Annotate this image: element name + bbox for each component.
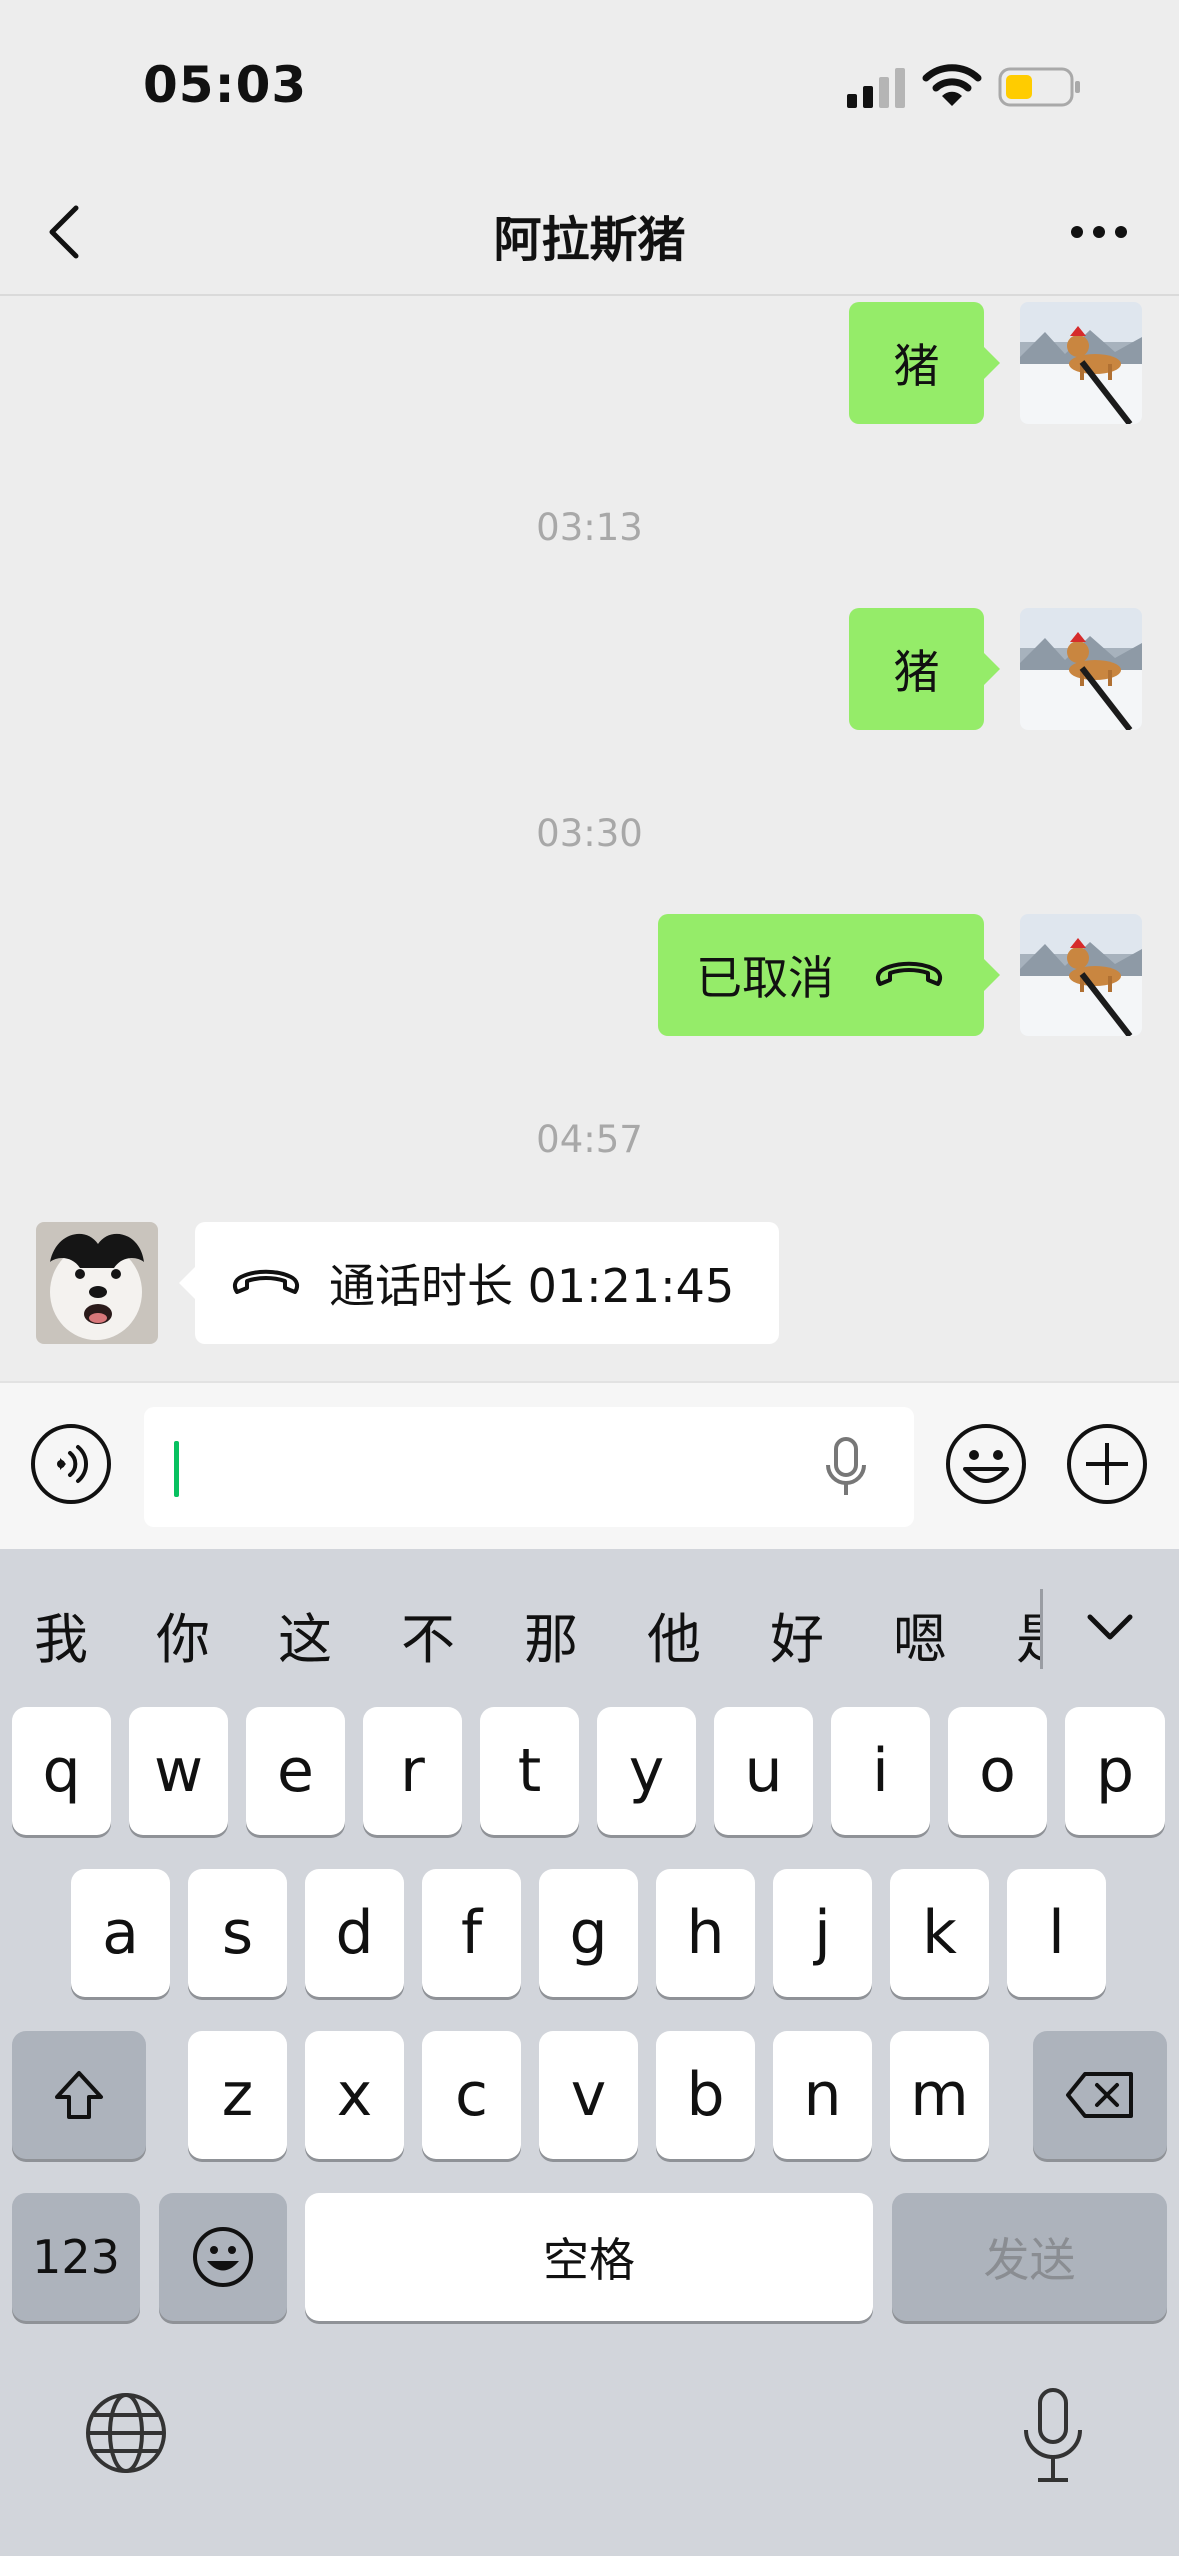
key-g[interactable]: g — [539, 1869, 638, 1997]
candidate-word[interactable]: 嗯 — [893, 1595, 947, 1674]
key-z[interactable]: z — [188, 2031, 287, 2159]
cellular-signal-icon — [847, 68, 905, 108]
dictation-microphone-icon[interactable] — [1018, 2386, 1088, 2486]
candidate-word[interactable]: 好 — [770, 1595, 824, 1674]
key-v[interactable]: v — [539, 2031, 638, 2159]
my-avatar[interactable] — [1020, 608, 1142, 730]
status-bar: 05:03 — [0, 0, 1179, 170]
input-bar — [0, 1381, 1179, 1551]
candidate-word[interactable]: 你 — [156, 1595, 210, 1674]
chat-header: 阿拉斯猪 — [0, 170, 1179, 296]
key-q[interactable]: q — [12, 1707, 111, 1835]
delete-key[interactable] — [1033, 2031, 1167, 2159]
key-w[interactable]: w — [129, 1707, 228, 1835]
text-caret — [174, 1441, 179, 1497]
phone-hangup-icon — [232, 1269, 300, 1294]
keyboard: 我 你 这 不 那 他 好 嗯 是 q w e r t y u i o p a … — [0, 1549, 1179, 2556]
candidate-divider — [1040, 1589, 1043, 1669]
key-i[interactable]: i — [831, 1707, 930, 1835]
key-n[interactable]: n — [773, 2031, 872, 2159]
key-x[interactable]: x — [305, 2031, 404, 2159]
battery-icon — [998, 67, 1080, 107]
emoji-icon[interactable] — [945, 1423, 1027, 1505]
message-text: 通话时长 01:21:45 — [329, 1259, 735, 1313]
candidate-word[interactable]: 这 — [278, 1595, 332, 1674]
emoji-key[interactable] — [159, 2193, 287, 2321]
key-y[interactable]: y — [597, 1707, 696, 1835]
chat-title: 阿拉斯猪 — [493, 212, 686, 268]
key-b[interactable]: b — [656, 2031, 755, 2159]
emoji-icon — [193, 2227, 253, 2287]
message-list: 猪 03:13 猪 03:30 已取消 04:57 通话时长 01:21:45 — [0, 296, 1179, 1381]
voice-mode-icon[interactable] — [30, 1423, 112, 1505]
key-k[interactable]: k — [890, 1869, 989, 1997]
key-l[interactable]: l — [1007, 1869, 1106, 1997]
globe-icon[interactable] — [84, 2391, 168, 2475]
wifi-icon — [922, 64, 982, 106]
send-key[interactable]: 发送 — [892, 2193, 1167, 2321]
numbers-key[interactable]: 123 — [12, 2193, 140, 2321]
key-f[interactable]: f — [422, 1869, 521, 1997]
status-time: 05:03 — [143, 56, 308, 114]
contact-avatar[interactable] — [36, 1222, 158, 1344]
bubble-tail — [983, 652, 1000, 686]
bubble-tail — [983, 958, 1000, 992]
key-t[interactable]: t — [480, 1707, 579, 1835]
call-cancelled-bubble[interactable]: 已取消 — [658, 914, 1000, 1036]
bubble-tail — [983, 346, 1000, 380]
key-s[interactable]: s — [188, 1869, 287, 1997]
key-a[interactable]: a — [71, 1869, 170, 1997]
plus-icon[interactable] — [1066, 1423, 1148, 1505]
key-e[interactable]: e — [246, 1707, 345, 1835]
key-r[interactable]: r — [363, 1707, 462, 1835]
microphone-icon[interactable] — [824, 1437, 868, 1499]
call-duration-bubble[interactable]: 通话时长 01:21:45 — [179, 1222, 779, 1344]
chevron-down-icon[interactable] — [1080, 1597, 1140, 1657]
candidate-word[interactable]: 那 — [524, 1595, 578, 1674]
message-text: 猪 — [893, 645, 940, 699]
bubble-tail — [179, 1266, 196, 1300]
candidate-word[interactable]: 他 — [647, 1595, 701, 1674]
key-o[interactable]: o — [948, 1707, 1047, 1835]
message-bubble[interactable]: 猪 — [849, 302, 1000, 424]
timestamp: 04:57 — [536, 1118, 643, 1161]
key-d[interactable]: d — [305, 1869, 404, 1997]
shift-key[interactable] — [12, 2031, 146, 2159]
my-avatar[interactable] — [1020, 302, 1142, 424]
shift-icon — [55, 2071, 103, 2119]
more-options-icon[interactable] — [1069, 220, 1129, 244]
key-m[interactable]: m — [890, 2031, 989, 2159]
key-j[interactable]: j — [773, 1869, 872, 1997]
phone-hangup-icon — [875, 961, 943, 986]
message-input[interactable] — [144, 1407, 914, 1527]
candidate-bar: 我 你 这 不 那 他 好 嗯 是 — [0, 1549, 1179, 1699]
candidate-word[interactable]: 不 — [401, 1595, 455, 1674]
message-text: 已取消 — [696, 951, 834, 1005]
message-text: 猪 — [893, 339, 940, 393]
key-c[interactable]: c — [422, 2031, 521, 2159]
my-avatar[interactable] — [1020, 914, 1142, 1036]
key-h[interactable]: h — [656, 1869, 755, 1997]
message-bubble[interactable]: 猪 — [849, 608, 1000, 730]
space-key[interactable]: 空格 — [305, 2193, 873, 2321]
candidate-word[interactable]: 是 — [1016, 1595, 1040, 1674]
timestamp: 03:30 — [536, 812, 643, 855]
timestamp: 03:13 — [536, 506, 643, 549]
key-p[interactable]: p — [1065, 1707, 1165, 1835]
key-u[interactable]: u — [714, 1707, 813, 1835]
backspace-icon — [1066, 2072, 1133, 2118]
candidate-word[interactable]: 我 — [34, 1595, 88, 1674]
